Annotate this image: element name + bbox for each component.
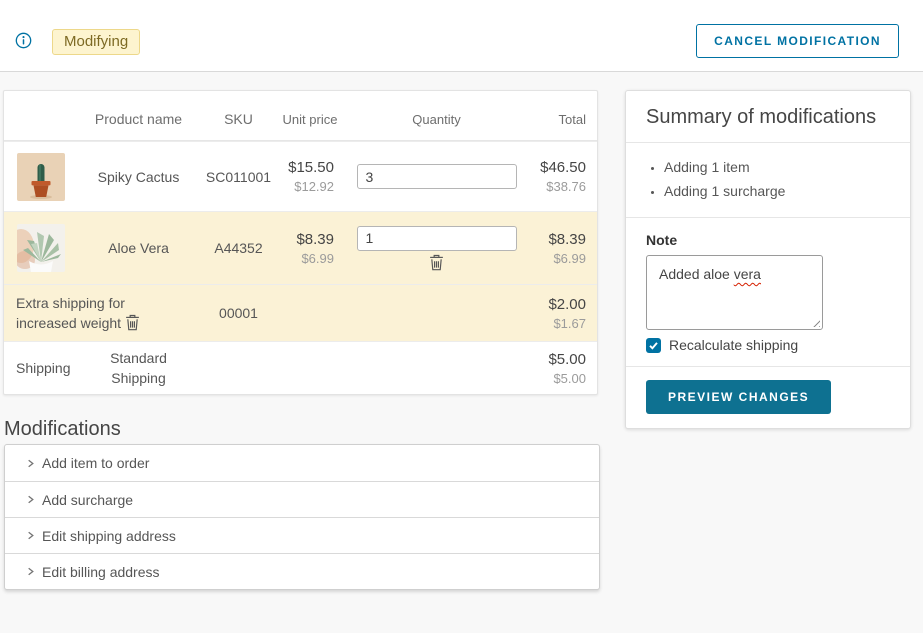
line-total-original: $38.76 (534, 178, 586, 195)
info-icon[interactable] (15, 32, 32, 49)
accordion-add-surcharge[interactable]: Add surcharge (5, 481, 599, 517)
line-total: $8.39 (534, 230, 586, 250)
order-items-table: Product name SKU Unit price Quantity Tot… (3, 90, 598, 395)
note-text-misspelled: vera (734, 266, 761, 282)
table-row-shipping: Shipping Standard Shipping $5.00 $5.00 (4, 341, 597, 394)
line-total-original: $6.99 (534, 250, 586, 267)
header-unit-price: Unit price (281, 112, 339, 140)
top-bar: Modifying CANCEL MODIFICATION (0, 0, 923, 72)
product-name: Aloe Vera (81, 240, 196, 256)
chevron-right-icon (25, 494, 36, 505)
table-header-row: Product name SKU Unit price Quantity Tot… (4, 91, 597, 141)
unit-price-original: $12.92 (281, 178, 334, 195)
summary-title: Summary of modifications (646, 106, 890, 129)
chevron-right-icon (25, 566, 36, 577)
chevron-right-icon (25, 530, 36, 541)
check-icon (648, 340, 659, 351)
summary-bullet-list: Adding 1 item Adding 1 surcharge (626, 155, 910, 203)
header-product-name: Product name (81, 111, 196, 140)
modifications-accordion: Add item to order Add surcharge Edit shi… (4, 444, 600, 590)
unit-price: $15.50 (281, 158, 334, 178)
product-image-cactus (17, 153, 65, 201)
header-image-spacer (4, 127, 81, 140)
product-sku: SC011001 (196, 169, 281, 185)
textarea-resize-handle[interactable] (811, 318, 820, 327)
summary-bullet: Adding 1 surcharge (664, 179, 910, 203)
header-sku: SKU (196, 111, 281, 140)
product-sku: A44352 (196, 240, 281, 256)
quantity-input-aloe[interactable] (357, 226, 517, 251)
chevron-right-icon (25, 458, 36, 469)
trash-icon[interactable] (429, 254, 444, 271)
table-row-aloe-vera: Aloe Vera A44352 $8.39 $6.99 $8.39 (4, 211, 597, 284)
quantity-input-cactus[interactable] (357, 164, 517, 189)
unit-price: $8.39 (281, 230, 334, 250)
product-name: Spiky Cactus (81, 169, 196, 185)
shipping-label: Shipping (4, 360, 81, 376)
accordion-label: Add item to order (42, 455, 149, 471)
surcharge-total: $2.00 (534, 295, 586, 315)
recalculate-shipping-checkbox[interactable] (646, 338, 661, 353)
header-total: Total (534, 112, 599, 140)
recalculate-shipping-checkbox-row[interactable]: Recalculate shipping (646, 337, 890, 353)
modifications-title: Modifications (4, 418, 121, 441)
shipping-total: $5.00 (534, 350, 586, 370)
shipping-method: Standard Shipping (81, 348, 196, 388)
status-badge: Modifying (52, 29, 140, 55)
table-row-surcharge: Extra shipping for increased weight 0000… (4, 284, 597, 341)
header-quantity: Quantity (339, 112, 534, 140)
surcharge-sku: 00001 (196, 305, 281, 321)
recalculate-shipping-label: Recalculate shipping (669, 337, 798, 353)
line-total: $46.50 (534, 158, 586, 178)
accordion-add-item[interactable]: Add item to order (5, 445, 599, 481)
summary-panel: Summary of modifications Adding 1 item A… (625, 90, 911, 429)
accordion-edit-billing-address[interactable]: Edit billing address (5, 553, 599, 589)
preview-changes-button[interactable]: PREVIEW CHANGES (646, 380, 831, 414)
note-label: Note (646, 232, 890, 248)
trash-icon[interactable] (125, 314, 140, 331)
accordion-edit-shipping-address[interactable]: Edit shipping address (5, 517, 599, 553)
product-image-aloe (17, 224, 65, 272)
cancel-modification-button[interactable]: CANCEL MODIFICATION (696, 24, 899, 58)
surcharge-total-original: $1.67 (534, 315, 586, 332)
surcharge-label: Extra shipping for increased weight (16, 295, 125, 331)
accordion-label: Edit shipping address (42, 528, 176, 544)
accordion-label: Edit billing address (42, 564, 160, 580)
note-textarea[interactable]: Added aloe vera (646, 255, 823, 330)
shipping-total-original: $5.00 (534, 370, 586, 387)
unit-price-original: $6.99 (281, 250, 334, 267)
note-text: Added aloe (659, 266, 734, 282)
accordion-label: Add surcharge (42, 492, 133, 508)
summary-bullet: Adding 1 item (664, 155, 910, 179)
table-row-spiky-cactus: Spiky Cactus SC011001 $15.50 $12.92 $46.… (4, 141, 597, 211)
